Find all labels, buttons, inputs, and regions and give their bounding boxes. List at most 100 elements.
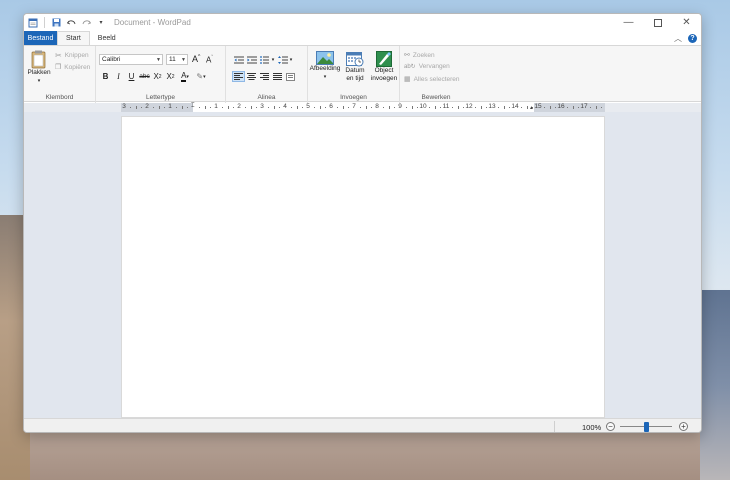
insert-picture-button[interactable]: Afbeelding ▾ [310, 51, 340, 81]
ruler-label: 12 [465, 103, 473, 110]
ruler-tick [486, 107, 488, 108]
tab-file[interactable]: Bestand [24, 31, 57, 45]
ruler-tick [198, 107, 200, 108]
superscript-icon[interactable]: X2 [164, 71, 177, 82]
maximize-button[interactable] [643, 14, 672, 31]
underline-icon[interactable]: U [125, 71, 138, 82]
ruler-tick [566, 107, 568, 108]
bold-icon[interactable]: B [99, 71, 112, 82]
ruler-tick [457, 106, 459, 109]
undo-icon[interactable] [66, 18, 76, 28]
help-icon[interactable]: ? [688, 33, 697, 43]
text-color-icon[interactable]: A ▾ [177, 71, 193, 82]
paste-button[interactable]: Plakken ▾ [27, 50, 51, 85]
paste-label: Plakken [27, 69, 51, 76]
ruler-tick [313, 107, 315, 108]
ruler-label: 14 [511, 103, 519, 110]
font-size-select[interactable]: 11 ▼ [166, 54, 188, 65]
highlight-icon[interactable]: ✎ ▾ [193, 71, 209, 82]
ruler-tick [181, 106, 183, 109]
paragraph-settings-icon[interactable] [284, 71, 297, 82]
ruler-tick [572, 106, 574, 109]
insert-picture-label: Afbeelding [309, 65, 341, 72]
ruler-tick [440, 107, 442, 108]
insert-datetime-button[interactable]: Datum en tijd [342, 51, 368, 83]
replace-button[interactable]: ab↻ Vervangen [404, 63, 450, 70]
find-label: Zoeken [412, 51, 435, 59]
ruler-tick [175, 107, 177, 108]
increase-indent-icon[interactable] [245, 54, 258, 65]
indent-marker-icon[interactable]: ⌶ [191, 103, 195, 110]
window-controls: — ✕ [614, 14, 701, 31]
insert-object-button[interactable]: Object invoegen [369, 51, 399, 83]
zoom-slider-thumb[interactable] [644, 422, 649, 432]
grow-font-button[interactable]: A^ [192, 54, 200, 64]
window-title: Document - WordPad [114, 18, 191, 27]
ruler-label: 17 [580, 103, 588, 110]
cut-button[interactable]: ✂ Knippen [55, 51, 89, 60]
ruler-tick [509, 107, 511, 108]
ruler-tick [325, 107, 327, 108]
ruler-tick [296, 106, 298, 109]
ruler-tick [382, 107, 384, 108]
italic-icon[interactable]: I [112, 71, 125, 82]
ruler-tick [543, 107, 545, 108]
ruler-tick [164, 107, 166, 108]
scissors-icon: ✂ [55, 51, 62, 60]
ruler-tick [158, 106, 160, 109]
minimize-button[interactable]: — [614, 14, 643, 31]
document-page[interactable] [121, 116, 605, 418]
ruler-tick [302, 107, 304, 108]
justify-icon[interactable] [271, 71, 284, 82]
replace-icon: ab↻ [404, 64, 416, 70]
copy-button[interactable]: ❐ Kopiëren [55, 63, 90, 72]
select-all-label: Alles selecteren [413, 75, 460, 83]
insert-datetime-label-1: Datum [345, 67, 365, 74]
align-right-icon[interactable] [258, 71, 271, 82]
close-button[interactable]: ✕ [672, 14, 701, 31]
ruler-tick [319, 106, 321, 109]
paragraph-group: ▾ ▾ Alinea [226, 46, 308, 103]
ruler-tick [474, 107, 476, 108]
ruler-tick [520, 107, 522, 108]
redo-icon[interactable] [81, 18, 91, 28]
tab-view[interactable]: Beeld [90, 31, 124, 45]
ruler-tick [187, 107, 189, 108]
font-format-buttons: B I U abc X2 X2 A ▾ ✎ ▾ [99, 71, 209, 82]
line-spacing-icon[interactable]: ▾ [276, 54, 294, 65]
ruler-tick [526, 106, 528, 109]
app-icon[interactable] [28, 18, 38, 28]
zoom-in-button[interactable]: + [679, 422, 688, 431]
align-left-icon[interactable] [232, 71, 245, 82]
ruler-label: 8 [375, 103, 379, 110]
collapse-ribbon-icon[interactable]: ︿ [674, 33, 682, 44]
customize-qat-icon[interactable]: ▾ [96, 18, 106, 28]
bullet-list-icon[interactable]: ▾ [258, 54, 276, 65]
tab-home[interactable]: Start [57, 31, 90, 45]
save-icon[interactable] [51, 18, 61, 28]
align-center-icon[interactable] [245, 71, 258, 82]
strikethrough-icon[interactable]: abc [138, 71, 151, 82]
ruler-tick [221, 107, 223, 108]
font-family-select[interactable]: Calibri ▼ [99, 54, 163, 65]
ruler-tick [388, 106, 390, 109]
select-all-button[interactable]: ▦ Alles selecteren [404, 75, 460, 84]
ribbon-tabs: Bestand Start Beeld ︿ ? [24, 31, 701, 45]
title-bar: ▾ Document - WordPad — ✕ [24, 14, 701, 31]
right-indent-marker-icon[interactable]: ▲ [529, 105, 534, 111]
shrink-font-button[interactable]: Aˇ [206, 55, 213, 65]
quick-access-toolbar: ▾ [24, 17, 106, 28]
decrease-indent-icon[interactable] [232, 54, 245, 65]
ruler-tick [434, 106, 436, 109]
subscript-icon[interactable]: X2 [151, 71, 164, 82]
find-button[interactable]: ⚯ Zoeken [404, 51, 435, 60]
editing-group: ⚯ Zoeken ab↻ Vervangen ▦ Alles selectere… [400, 46, 472, 103]
ruler[interactable]: 3 2 1 1 2 3 4 5 6 7 8 9 10 11 12 13 14 15 16 17 ⌶ ▲ [24, 103, 701, 112]
zoom-out-button[interactable]: − [606, 422, 615, 431]
ruler-label: 5 [306, 103, 310, 110]
font-family-value: Calibri [102, 56, 121, 63]
insert-group-label: Invoegen [340, 94, 367, 101]
ruler-tick [480, 106, 482, 109]
ruler-tick [273, 106, 275, 109]
insert-datetime-label-2: en tijd [346, 75, 364, 82]
